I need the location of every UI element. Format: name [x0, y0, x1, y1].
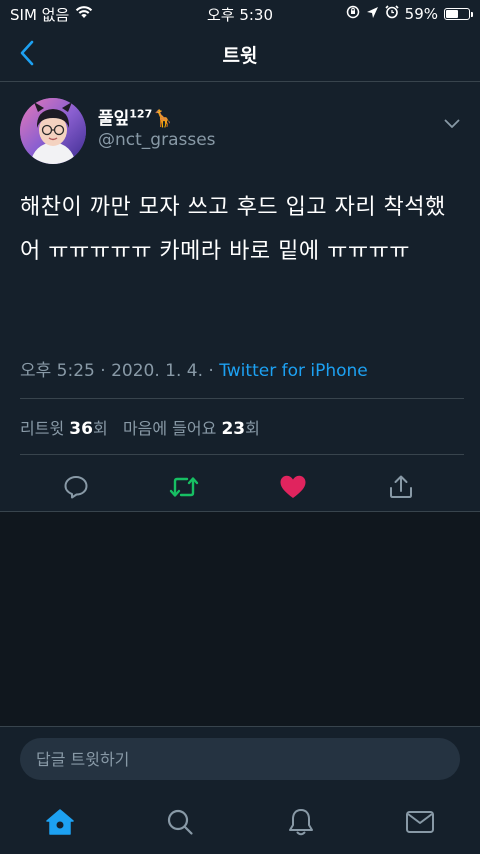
tweet-stats: 리트윗 36회 마음에 들어요 23회: [20, 415, 260, 439]
giraffe-emoji: 🦒: [152, 109, 174, 129]
tab-bar: [0, 790, 480, 854]
tab-messages[interactable]: [404, 806, 436, 838]
like-button[interactable]: [278, 472, 308, 502]
carrier-label: SIM 없음: [10, 5, 70, 24]
reply-bar: [0, 726, 480, 790]
tab-home[interactable]: [44, 806, 76, 838]
tweet-options-button[interactable]: [440, 112, 464, 136]
display-name-text: 풀잎: [98, 109, 130, 129]
location-icon: [366, 5, 379, 23]
share-button[interactable]: [386, 472, 416, 502]
tweet-source-link[interactable]: Twitter for iPhone: [219, 361, 368, 381]
author-display-name[interactable]: 풀잎127🦒: [98, 104, 173, 129]
retweet-label: 리트윗: [20, 419, 65, 438]
status-time: 오후 5:30: [206, 5, 274, 24]
divider: [20, 454, 464, 455]
messages-icon: [406, 811, 434, 833]
home-icon: [46, 809, 74, 835]
tweet-actions: [0, 462, 480, 512]
tweet-meta: 오후 5:25 · 2020. 1. 4. · Twitter for iPho…: [20, 356, 368, 381]
back-button[interactable]: [12, 38, 42, 68]
tweet-text: 해찬이 까만 모자 쓰고 후드 입고 자리 착석했어 ㅠㅠㅠㅠㅠ 카메라 바로 …: [20, 195, 446, 264]
share-icon: [390, 475, 412, 498]
battery-level-fill: [446, 10, 458, 18]
author-handle[interactable]: @nct_grasses: [98, 130, 216, 150]
orientation-lock-icon: [346, 5, 360, 23]
battery-icon: [444, 8, 473, 20]
status-left: SIM 없음: [10, 4, 93, 25]
nav-header: 트윗: [0, 28, 480, 82]
replies-area: [0, 512, 480, 726]
retweet-icon: [169, 477, 199, 497]
reply-button[interactable]: [61, 472, 91, 502]
like-stat[interactable]: 마음에 들어요 23회: [122, 419, 260, 439]
tweet-timestamp: 오후 5:25 · 2020. 1. 4. ·: [20, 361, 220, 381]
retweet-button[interactable]: [169, 472, 199, 502]
status-right: 59%: [346, 5, 473, 23]
status-bar: SIM 없음 오후 5:30 59%: [0, 0, 480, 28]
page-title: 트윗: [222, 45, 258, 67]
chevron-down-icon: [444, 119, 460, 128]
reply-icon: [64, 476, 88, 499]
wifi-icon: [75, 5, 93, 23]
alarm-icon: [385, 5, 399, 23]
display-name-sup: 127: [129, 107, 153, 121]
chevron-left-icon: [20, 40, 34, 66]
retweet-stat[interactable]: 리트윗 36회: [20, 419, 108, 439]
like-count: 23: [221, 419, 246, 439]
retweet-count: 36: [69, 419, 93, 439]
notifications-icon: [289, 809, 313, 836]
search-icon: [167, 809, 193, 835]
author-row: 풀잎127🦒 @nct_grasses: [20, 98, 464, 164]
battery-percent: 59%: [404, 5, 438, 23]
heart-icon: [280, 475, 306, 498]
avatar[interactable]: [20, 98, 86, 164]
retweet-suffix: 회: [92, 419, 108, 438]
like-label: 마음에 들어요: [122, 419, 217, 438]
tab-notifications[interactable]: [285, 806, 317, 838]
like-suffix: 회: [245, 419, 260, 438]
reply-input[interactable]: [20, 738, 460, 780]
divider: [20, 398, 464, 399]
tab-search[interactable]: [164, 806, 196, 838]
